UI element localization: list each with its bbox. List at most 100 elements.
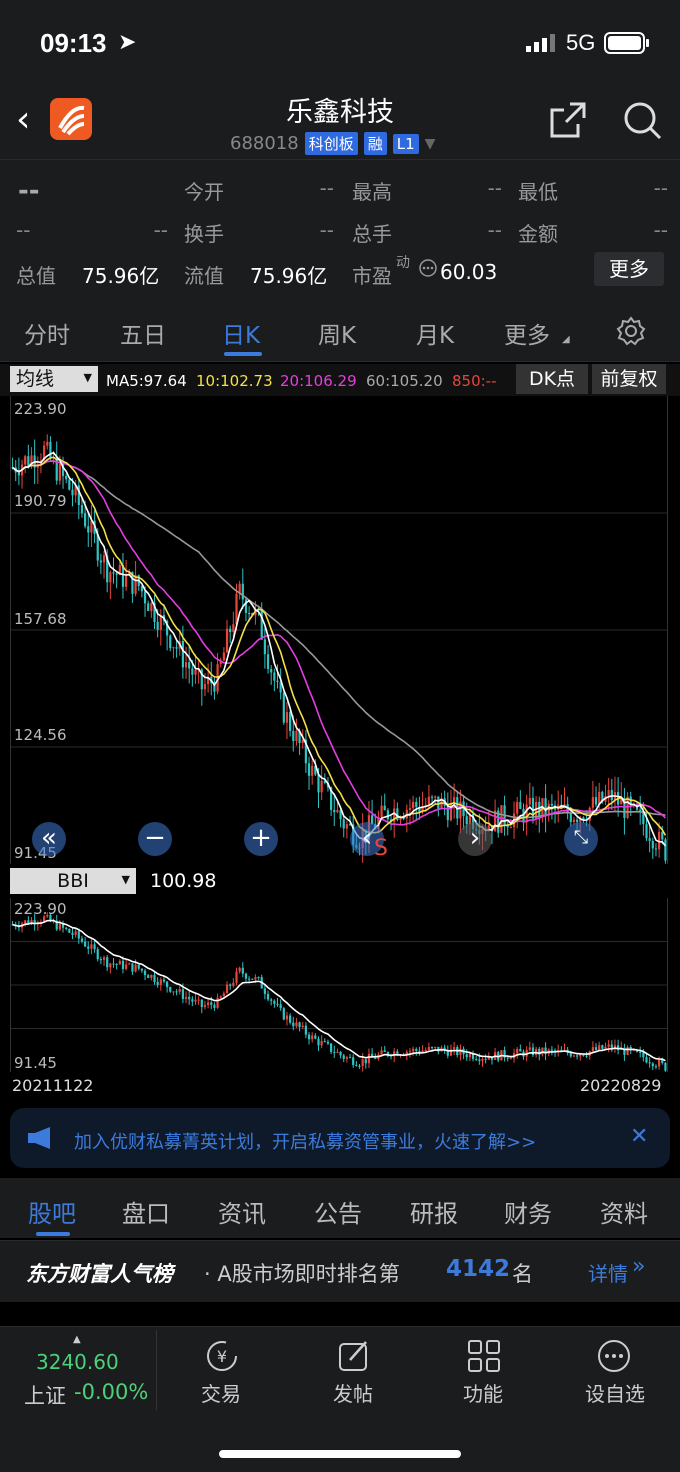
- zoom-in-button[interactable]: +: [244, 822, 278, 856]
- expand-button[interactable]: ⤡: [564, 822, 598, 856]
- candle-body: [661, 1060, 664, 1063]
- tab-forum[interactable]: 股吧: [28, 1194, 76, 1229]
- candle-body: [336, 810, 339, 813]
- candle-body: [330, 1043, 333, 1052]
- triangle-icon: ◢: [562, 334, 570, 345]
- candle-body: [399, 818, 402, 820]
- candle-body: [125, 964, 128, 969]
- tabbar-function[interactable]: 功能: [428, 1378, 538, 1407]
- kline-chart[interactable]: [10, 396, 668, 864]
- tag-level: L1: [392, 133, 419, 154]
- index-value[interactable]: 3240.60: [36, 1350, 119, 1374]
- tab-intraday[interactable]: 分时: [24, 316, 70, 350]
- candle-body: [311, 1035, 314, 1040]
- candle-body: [270, 668, 273, 673]
- candle-body: [71, 932, 74, 935]
- candle-body: [516, 802, 519, 814]
- candle-body: [125, 574, 128, 587]
- candle-body: [232, 982, 235, 986]
- open-label: 今开: [184, 180, 224, 204]
- rank-details[interactable]: 详情: [588, 1258, 628, 1287]
- trade-icon[interactable]: ¥: [204, 1338, 240, 1374]
- candle-body: [453, 797, 456, 803]
- tab-monthly-k[interactable]: 月K: [416, 316, 454, 350]
- info-icon[interactable]: [418, 258, 438, 278]
- next-button[interactable]: ›: [458, 822, 492, 856]
- settings-gear-icon[interactable]: [616, 316, 646, 346]
- candle-body: [254, 977, 257, 980]
- change-amount: --: [16, 218, 31, 242]
- candle-body: [71, 489, 74, 496]
- tab-orderbook[interactable]: 盘口: [122, 1194, 170, 1229]
- candle-body: [109, 572, 112, 583]
- post-icon[interactable]: [336, 1338, 372, 1374]
- candle-body: [276, 680, 279, 683]
- candle-body: [282, 1008, 285, 1020]
- candle-body: [607, 790, 610, 796]
- candle-body: [408, 1051, 412, 1053]
- candle-body: [87, 526, 90, 533]
- candle-body: [661, 831, 664, 840]
- candle-body: [509, 1058, 512, 1060]
- tab-five-day[interactable]: 五日: [120, 316, 166, 350]
- amount-value: --: [653, 218, 668, 242]
- tab-daily-k[interactable]: 日K: [222, 316, 260, 350]
- tabbar-post[interactable]: 发帖: [298, 1378, 408, 1407]
- zoom-out-button[interactable]: −: [138, 822, 172, 856]
- candle-body: [162, 979, 166, 982]
- candle-body: [434, 796, 437, 798]
- candle-body: [642, 1052, 645, 1058]
- function-grid-icon[interactable]: [466, 1338, 502, 1374]
- more-quote-button[interactable]: 更多: [594, 252, 664, 286]
- candle-body: [210, 1002, 213, 1005]
- tab-weekly-k[interactable]: 周K: [318, 316, 356, 350]
- scroll-left-button[interactable]: «: [32, 822, 66, 856]
- banner-text[interactable]: 加入优财私募菁英计划，开启私募资管事业，火速了解>>: [74, 1128, 536, 1154]
- tabbar-trade[interactable]: 交易: [166, 1378, 276, 1407]
- tab-announcements[interactable]: 公告: [314, 1194, 362, 1229]
- dropdown-icon[interactable]: ▼: [425, 136, 436, 152]
- ma10-legend: 10:102.73: [196, 372, 273, 390]
- candle-body: [282, 692, 285, 723]
- search-icon[interactable]: [622, 100, 664, 142]
- index-name[interactable]: 上证: [24, 1380, 66, 1410]
- bbi-chart[interactable]: [10, 898, 668, 1072]
- tab-profile[interactable]: 资料: [600, 1194, 648, 1229]
- candle-body: [17, 472, 20, 476]
- rank-brand: 东方财富人气榜: [26, 1262, 173, 1286]
- ma-selector[interactable]: 均线 ▼: [10, 366, 98, 392]
- candle-body: [248, 612, 251, 614]
- bbi-selector[interactable]: BBI ▼: [10, 868, 136, 894]
- battery-icon: [604, 32, 650, 54]
- candle-body: [538, 801, 541, 817]
- candle-body: [292, 1022, 295, 1027]
- dk-point-button[interactable]: DK点: [516, 364, 588, 394]
- stock-code: 688018: [230, 133, 299, 154]
- tabbar-watchlist[interactable]: 设自选: [560, 1378, 670, 1407]
- candle-body: [355, 1064, 358, 1066]
- tab-more[interactable]: 更多: [504, 316, 550, 350]
- candle-body: [184, 996, 188, 999]
- index-change[interactable]: -0.00%: [74, 1380, 148, 1404]
- close-icon[interactable]: ✕: [630, 1124, 648, 1149]
- tab-news[interactable]: 资讯: [218, 1194, 266, 1229]
- tab-finance[interactable]: 财务: [504, 1194, 552, 1229]
- adjust-price-button[interactable]: 前复权: [592, 364, 666, 394]
- candle-body: [184, 662, 188, 668]
- candle-body: [314, 1035, 317, 1039]
- candle-body: [427, 1046, 430, 1051]
- candle-body: [90, 944, 93, 949]
- candle-body: [591, 797, 594, 808]
- candle-body: [46, 441, 49, 446]
- network-label: 5G: [566, 30, 596, 55]
- candle-body: [339, 1051, 342, 1056]
- tab-research[interactable]: 研报: [410, 1194, 458, 1229]
- candle-body: [169, 987, 172, 992]
- candle-body: [181, 641, 184, 668]
- candle-body: [295, 730, 298, 741]
- candle-body: [585, 1055, 588, 1057]
- candle-body: [509, 827, 512, 829]
- share-icon[interactable]: [548, 100, 588, 140]
- candle-body: [266, 654, 270, 669]
- watchlist-icon[interactable]: [596, 1338, 632, 1374]
